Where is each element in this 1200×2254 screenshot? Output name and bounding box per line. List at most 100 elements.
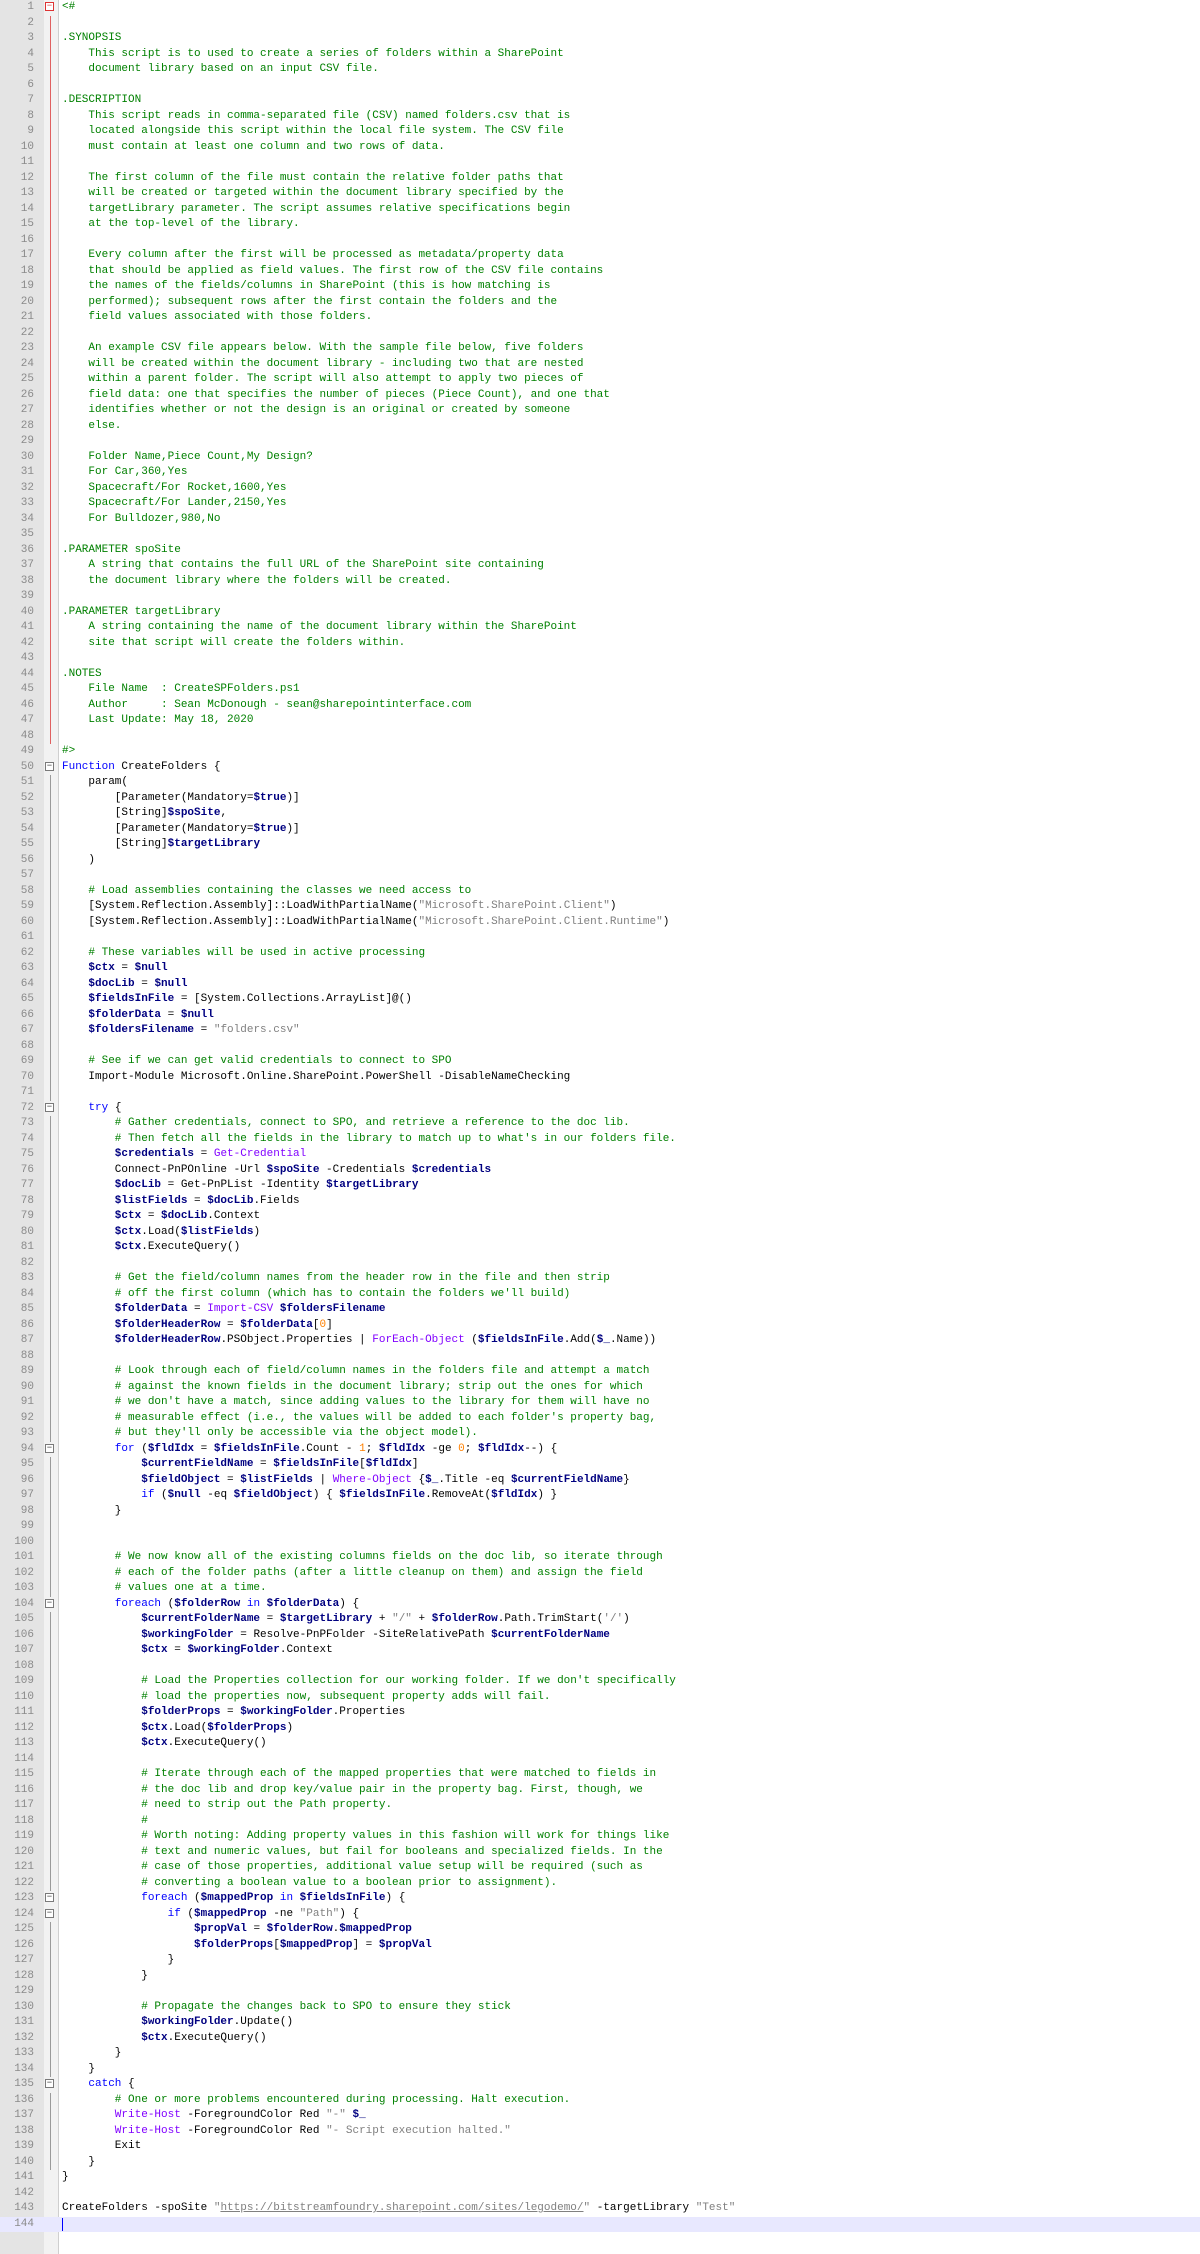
code-line[interactable]: 65 $fieldsInFile = [System.Collections.A… xyxy=(0,992,1200,1008)
code-line[interactable]: 42 site that script will create the fold… xyxy=(0,635,1200,651)
code-line[interactable]: 94− for ($fldIdx = $fieldsInFile.Count -… xyxy=(0,1442,1200,1458)
code-line[interactable]: 3 .SYNOPSIS xyxy=(0,31,1200,47)
code-line[interactable]: 69 # See if we can get valid credentials… xyxy=(0,1054,1200,1070)
fold-toggle-icon[interactable]: − xyxy=(45,2,54,11)
code-line[interactable]: 64 $docLib = $null xyxy=(0,976,1200,992)
code-line[interactable]: 134 } xyxy=(0,2061,1200,2077)
code-line[interactable]: 131 $workingFolder.Update() xyxy=(0,2015,1200,2031)
code-line[interactable]: 43 xyxy=(0,651,1200,667)
code-line[interactable]: 103 # values one at a time. xyxy=(0,1581,1200,1597)
code-line[interactable]: 52 [Parameter(Mandatory=$true)] xyxy=(0,790,1200,806)
code-line[interactable]: 144 xyxy=(0,2216,1200,2232)
code-line[interactable]: 89 # Look through each of field/column n… xyxy=(0,1364,1200,1380)
code-line[interactable]: 75 $credentials = Get-Credential xyxy=(0,1147,1200,1163)
code-line[interactable]: 112 $ctx.Load($folderProps) xyxy=(0,1720,1200,1736)
code-line[interactable]: 10 must contain at least one column and … xyxy=(0,139,1200,155)
code-line[interactable]: 48 xyxy=(0,728,1200,744)
code-line[interactable]: 25 within a parent folder. The script wi… xyxy=(0,372,1200,388)
code-line[interactable]: 139 Exit xyxy=(0,2139,1200,2155)
code-line[interactable]: 35 xyxy=(0,527,1200,543)
code-line[interactable]: 87 $folderHeaderRow.PSObject.Properties … xyxy=(0,1333,1200,1349)
code-line[interactable]: 20 performed); subsequent rows after the… xyxy=(0,294,1200,310)
code-line[interactable]: 62 # These variables will be used in act… xyxy=(0,945,1200,961)
code-line[interactable]: 90 # against the known fields in the doc… xyxy=(0,1379,1200,1395)
code-line[interactable]: 26 field data: one that specifies the nu… xyxy=(0,387,1200,403)
code-line[interactable]: 32 Spacecraft/For Rocket,1600,Yes xyxy=(0,480,1200,496)
code-line[interactable]: 96 $fieldObject = $listFields | Where-Ob… xyxy=(0,1472,1200,1488)
code-line[interactable]: 18 that should be applied as field value… xyxy=(0,263,1200,279)
code-line[interactable]: 17 Every column after the first will be … xyxy=(0,248,1200,264)
code-line[interactable]: 27 identifies whether or not the design … xyxy=(0,403,1200,419)
code-line[interactable]: 126 $folderProps[$mappedProp] = $propVal xyxy=(0,1937,1200,1953)
code-line[interactable]: 83 # Get the field/column names from the… xyxy=(0,1271,1200,1287)
code-line[interactable]: 14 targetLibrary parameter. The script a… xyxy=(0,201,1200,217)
code-line[interactable]: 41 A string containing the name of the d… xyxy=(0,620,1200,636)
code-line[interactable]: 63 $ctx = $null xyxy=(0,961,1200,977)
fold-toggle-icon[interactable]: − xyxy=(45,761,54,771)
code-line[interactable]: 67 $foldersFilename = "folders.csv" xyxy=(0,1023,1200,1039)
code-editor[interactable]: 1− <# 2 3 .SYNOPSIS 4 This script is to used … xyxy=(0,0,1200,2254)
code-line[interactable]: 84 # off the first column (which has to … xyxy=(0,1286,1200,1302)
code-line[interactable]: 47 Last Update: May 18, 2020 xyxy=(0,713,1200,729)
code-line[interactable]: 88 xyxy=(0,1348,1200,1364)
code-line[interactable]: 101 # We now know all of the existing co… xyxy=(0,1550,1200,1566)
code-line[interactable]: 76 Connect-PnPOnline -Url $spoSite -Cred… xyxy=(0,1162,1200,1178)
code-line[interactable]: 115 # Iterate through each of the mapped… xyxy=(0,1767,1200,1783)
code-line[interactable]: 114 xyxy=(0,1751,1200,1767)
code-line[interactable]: 120 # text and numeric values, but fail … xyxy=(0,1844,1200,1860)
code-line[interactable]: 132 $ctx.ExecuteQuery() xyxy=(0,2030,1200,2046)
code-line[interactable]: 9 located alongside this script within t… xyxy=(0,124,1200,140)
code-line[interactable]: 119 # Worth noting: Adding property valu… xyxy=(0,1829,1200,1845)
code-line[interactable]: 28 else. xyxy=(0,418,1200,434)
code-line[interactable]: 127 } xyxy=(0,1953,1200,1969)
fold-toggle-icon[interactable]: − xyxy=(45,1908,54,1918)
code-line[interactable]: 141} xyxy=(0,2170,1200,2186)
code-line[interactable]: 23 An example CSV file appears below. Wi… xyxy=(0,341,1200,357)
code-line[interactable]: 8 This script reads in comma-separated f… xyxy=(0,108,1200,124)
code-line[interactable]: 99 xyxy=(0,1519,1200,1535)
code-line[interactable]: 72 − try { xyxy=(0,1101,1200,1117)
code-line[interactable]: 61 xyxy=(0,930,1200,946)
code-line[interactable]: 136 # One or more problems encountered d… xyxy=(0,2092,1200,2108)
code-line[interactable]: 118 # xyxy=(0,1813,1200,1829)
code-line[interactable]: 110 # load the properties now, subsequen… xyxy=(0,1689,1200,1705)
code-line[interactable]: 77 $docLib = Get-PnPList -Identity $targ… xyxy=(0,1178,1200,1194)
code-line[interactable]: 30 Folder Name,Piece Count,My Design? xyxy=(0,449,1200,465)
code-line[interactable]: 5 document library based on an input CSV… xyxy=(0,62,1200,78)
code-line[interactable]: 102 # each of the folder paths (after a … xyxy=(0,1565,1200,1581)
fold-toggle-icon[interactable]: − xyxy=(45,1893,54,1902)
code-line[interactable]: 109 # Load the Properties collection for… xyxy=(0,1674,1200,1690)
code-line[interactable]: 49 #> xyxy=(0,744,1200,760)
code-line[interactable]: 106 $workingFolder = Resolve-PnPFolder -… xyxy=(0,1627,1200,1643)
code-line[interactable]: 133 } xyxy=(0,2046,1200,2062)
code-line[interactable]: 7 .DESCRIPTION xyxy=(0,93,1200,109)
code-line[interactable]: 92 # measurable effect (i.e., the values… xyxy=(0,1410,1200,1426)
code-line[interactable]: 124 − if ($mappedProp -ne "Path") { xyxy=(0,1907,1200,1923)
code-line[interactable]: 24 will be created within the document l… xyxy=(0,356,1200,372)
code-line[interactable]: 53 [String]$spoSite, xyxy=(0,806,1200,822)
code-line[interactable]: 100 xyxy=(0,1534,1200,1550)
code-line[interactable]: 16 xyxy=(0,232,1200,248)
code-line[interactable]: 12 The first column of the file must con… xyxy=(0,170,1200,186)
code-line[interactable]: 107 $ctx = $workingFolder.Context xyxy=(0,1643,1200,1659)
code-line[interactable]: 57 xyxy=(0,868,1200,884)
code-line[interactable]: 116 # the doc lib and drop key/value pai… xyxy=(0,1782,1200,1798)
code-line[interactable]: 15 at the top-level of the library. xyxy=(0,217,1200,233)
code-line[interactable]: 2 xyxy=(0,15,1200,31)
code-line[interactable]: 1 − <# xyxy=(0,0,1200,16)
code-line[interactable]: 79 $ctx = $docLib.Context xyxy=(0,1209,1200,1225)
code-line[interactable]: 91 # we don't have a match, since adding… xyxy=(0,1395,1200,1411)
code-line[interactable]: 129 xyxy=(0,1984,1200,2000)
code-line[interactable]: 81 $ctx.ExecuteQuery() xyxy=(0,1240,1200,1256)
code-line[interactable]: 34 For Bulldozer,980,No xyxy=(0,511,1200,527)
code-line[interactable]: 71 xyxy=(0,1085,1200,1101)
fold-toggle-icon[interactable]: − xyxy=(45,1102,54,1112)
code-line[interactable]: 125 $propVal = $folderRow.$mappedProp xyxy=(0,1922,1200,1938)
code-line[interactable]: 22 xyxy=(0,325,1200,341)
code-line[interactable]: 33 Spacecraft/For Lander,2150,Yes xyxy=(0,496,1200,512)
code-line[interactable]: 13 will be created or targeted within th… xyxy=(0,186,1200,202)
code-line[interactable]: 78 $listFields = $docLib.Fields xyxy=(0,1193,1200,1209)
code-line[interactable]: 68 xyxy=(0,1038,1200,1054)
code-line[interactable]: 11 xyxy=(0,155,1200,171)
code-line[interactable]: 80 $ctx.Load($listFields) xyxy=(0,1224,1200,1240)
